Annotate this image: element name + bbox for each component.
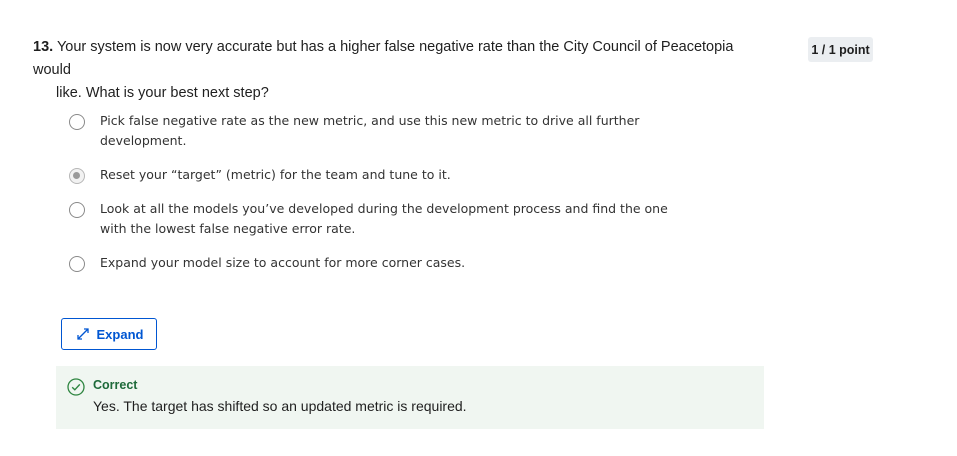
option-text-line1: Pick false negative rate as the new metr…: [100, 113, 640, 128]
expand-label: Expand: [96, 326, 144, 342]
option-text-line1: Reset your “target” (metric) for the tea…: [100, 167, 451, 182]
question-text-line2: like. What is your best next step?: [56, 85, 269, 101]
question-block: 13. Your system is now very accurate but…: [33, 36, 763, 105]
feedback-panel: Correct Yes. The target has shifted so a…: [56, 366, 764, 429]
option-text-line2: with the lowest false negative error rat…: [100, 221, 356, 236]
answer-option-1[interactable]: Pick false negative rate as the new metr…: [68, 111, 668, 151]
feedback-status: Correct: [93, 378, 138, 392]
radio-button[interactable]: [69, 202, 85, 218]
feedback-explanation: Yes. The target has shifted so an update…: [93, 398, 467, 414]
radio-button[interactable]: [69, 256, 85, 272]
score-badge: 1 / 1 point: [808, 37, 873, 62]
option-text-line2: development.: [100, 133, 187, 148]
expand-arrows-icon: [75, 326, 91, 342]
answer-option-4[interactable]: Expand your model size to account for mo…: [68, 253, 668, 273]
question-number: 13.: [33, 39, 54, 55]
radio-button-selected[interactable]: [69, 168, 85, 184]
check-circle-icon: [67, 378, 85, 400]
answer-option-3[interactable]: Look at all the models you’ve developed …: [68, 199, 668, 239]
answer-options: Pick false negative rate as the new metr…: [68, 111, 668, 273]
expand-button[interactable]: Expand: [61, 318, 157, 350]
option-text-line1: Expand your model size to account for mo…: [100, 255, 466, 270]
radio-button[interactable]: [69, 114, 85, 130]
option-text-line1: Look at all the models you’ve developed …: [100, 201, 668, 216]
question-text-line1: Your system is now very accurate but has…: [33, 39, 734, 78]
answer-option-2[interactable]: Reset your “target” (metric) for the tea…: [68, 165, 668, 185]
